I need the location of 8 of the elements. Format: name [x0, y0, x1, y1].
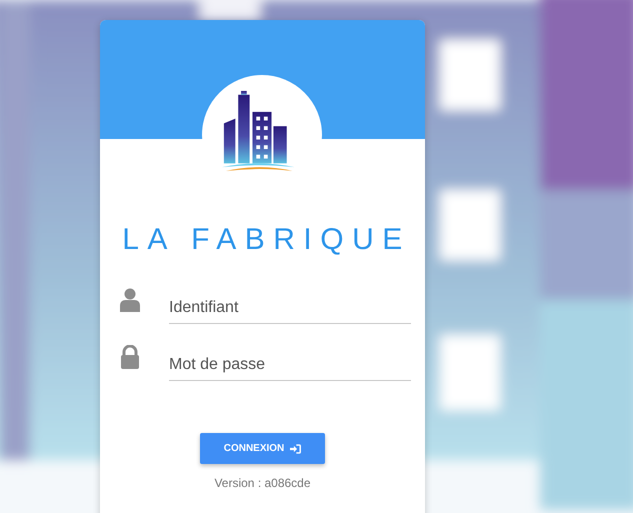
input-field[interactable]: Mot de passe [169, 348, 411, 381]
lock-icon [120, 344, 140, 368]
login-button[interactable]: CONNEXION [200, 433, 325, 464]
input-field[interactable]: Identifiant [169, 291, 411, 324]
app-title: LA FABRIQUE [121, 223, 411, 257]
user-icon [120, 288, 140, 312]
sign-in-icon [290, 444, 302, 454]
version-text: Version : a086cde [214, 476, 311, 490]
